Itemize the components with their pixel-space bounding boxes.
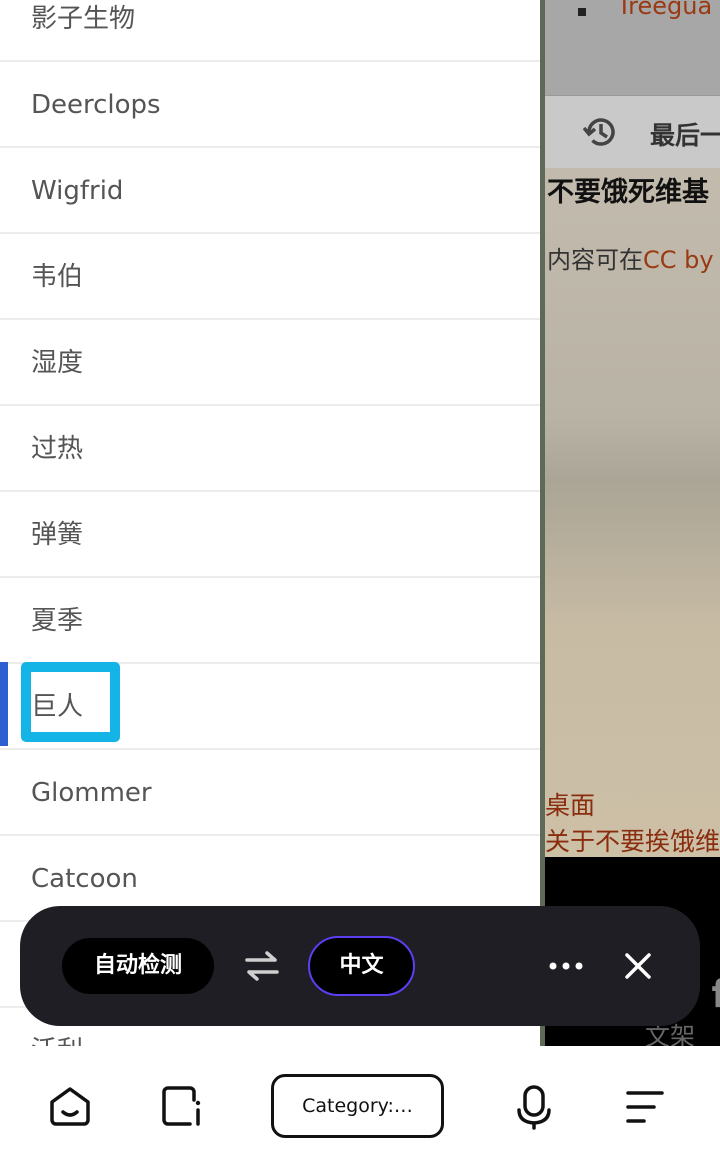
- list-item-label: 韦伯: [31, 262, 84, 292]
- list-item-label: 夏季: [31, 606, 84, 636]
- history-icon: [583, 118, 615, 146]
- last-edit-bar[interactable]: 最后一: [545, 95, 720, 168]
- selection-indicator: [0, 662, 8, 746]
- list-item-label: 影子生物: [31, 4, 136, 34]
- list-item-label: Wigfrid: [31, 176, 124, 206]
- wiki-site-title: 不要饿死维基: [547, 177, 709, 208]
- target-language-button[interactable]: 中文: [308, 936, 415, 996]
- swap-languages-icon[interactable]: [244, 950, 280, 982]
- list-item[interactable]: Wigfrid: [0, 148, 540, 234]
- footer-link-about[interactable]: 关于不要挨饿维: [545, 822, 720, 858]
- menu-icon[interactable]: [624, 1086, 666, 1128]
- list-item[interactable]: 夏季: [0, 578, 540, 664]
- bullet-icon: [578, 8, 586, 16]
- list-item-label: Glommer: [31, 778, 152, 808]
- list-item[interactable]: 过热: [0, 406, 540, 492]
- footer-glyph: f: [711, 972, 720, 1016]
- list-item[interactable]: 韦伯: [0, 234, 540, 320]
- wiki-top-section: Treegua: [545, 0, 720, 95]
- list-item-label: 过热: [31, 434, 84, 464]
- more-options-icon[interactable]: [548, 952, 584, 980]
- close-icon[interactable]: [624, 952, 652, 980]
- list-item[interactable]: 弹簧: [0, 492, 540, 578]
- list-item[interactable]: Glommer: [0, 750, 540, 836]
- wiki-license-text: 内容可在CC by: [547, 240, 714, 275]
- footer-link-desktop[interactable]: 桌面: [545, 786, 595, 822]
- home-icon[interactable]: [48, 1084, 92, 1128]
- source-language-button[interactable]: 自动检测: [62, 938, 214, 994]
- tabs-icon[interactable]: [160, 1084, 204, 1128]
- license-link[interactable]: CC by: [643, 246, 714, 274]
- list-item[interactable]: Deerclops: [0, 62, 540, 148]
- list-item-label: 弹簧: [31, 520, 84, 550]
- list-item-label: Deerclops: [31, 90, 161, 120]
- microphone-icon[interactable]: [514, 1084, 554, 1130]
- browser-bottom-toolbar: Category:…: [0, 1046, 720, 1156]
- category-list-panel: 影子生物 Deerclops Wigfrid 韦伯 湿度 过热 弹簧 夏季 巨人…: [0, 0, 540, 1046]
- license-prefix: 内容可在: [547, 246, 643, 274]
- background-wiki-page: Treegua 最后一 不要饿死维基 内容可在CC by 桌面 关于不要挨饿维 …: [540, 0, 720, 1046]
- translate-bar: 自动检测 中文: [20, 906, 700, 1026]
- list-item-label: 湿度: [31, 348, 84, 378]
- last-edit-label: 最后一: [650, 121, 720, 150]
- list-item[interactable]: 湿度: [0, 320, 540, 406]
- wiki-top-link[interactable]: Treegua: [617, 0, 712, 20]
- list-item[interactable]: 影子生物: [0, 0, 540, 62]
- address-bar[interactable]: Category:…: [271, 1074, 444, 1138]
- highlight-box: [21, 662, 120, 742]
